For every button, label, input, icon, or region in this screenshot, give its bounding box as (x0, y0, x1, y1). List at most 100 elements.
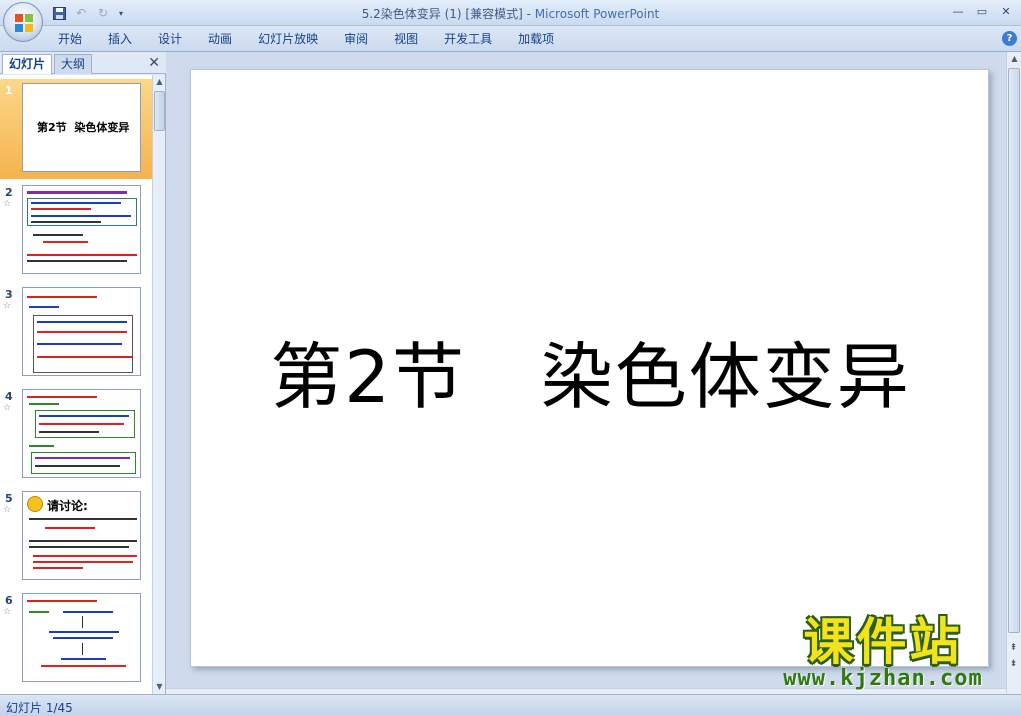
slide-preview (22, 389, 141, 478)
slide-preview: 第2节 染色体变异 (22, 83, 141, 172)
slide-preview (22, 287, 141, 376)
minimize-icon[interactable]: — (947, 2, 969, 20)
pane-tabs: 幻灯片 大纲 ✕ (0, 52, 166, 74)
animation-star-icon: ☆ (3, 505, 12, 515)
slide-counter: 幻灯片 1/45 (6, 701, 73, 715)
thumb-line (35, 465, 120, 467)
animation-star-icon: ☆ (3, 403, 12, 413)
animation-star-icon: ☆ (3, 607, 12, 617)
thumb-line (45, 527, 95, 529)
slide-number: 1 (5, 84, 13, 97)
close-icon[interactable]: ✕ (995, 2, 1017, 20)
slide-title[interactable]: 第2节 染色体变异 (191, 318, 990, 423)
tab-animations[interactable]: 动画 (195, 30, 245, 48)
slides-pane-scrollbar[interactable]: ▲ ▼ (152, 75, 165, 694)
thumb-line (31, 202, 121, 204)
scroll-down-icon[interactable]: ▼ (153, 680, 166, 694)
thumb-arrow (82, 616, 83, 628)
scrollbar-thumb[interactable] (154, 91, 165, 131)
office-button[interactable] (3, 2, 43, 42)
thumb-line (49, 631, 119, 633)
slide-thumbnail-2[interactable]: 2 ☆ (0, 181, 152, 281)
tab-review[interactable]: 审阅 (331, 30, 381, 48)
thumb-line (29, 518, 137, 520)
next-slide-icon[interactable]: ⇟ (1008, 658, 1019, 670)
thumb-line (27, 191, 127, 194)
office-logo-icon (15, 14, 33, 32)
slide-number: 6 (5, 594, 13, 607)
editor-vertical-scrollbar[interactable]: ▲ ⇞ ⇟ (1006, 52, 1021, 694)
animation-star-icon: ☆ (3, 301, 12, 311)
slide-thumbnail-6[interactable]: 6 ☆ (0, 589, 152, 689)
thumb-line (33, 567, 83, 569)
slide-preview (22, 593, 141, 682)
tab-slides[interactable]: 幻灯片 (2, 54, 53, 74)
tab-insert[interactable]: 插入 (95, 30, 145, 48)
slide-thumb-title: 第2节 染色体变异 (37, 121, 130, 134)
slide-thumb-heading: 请讨论: (47, 499, 88, 513)
slide-thumbnail-4[interactable]: 4 ☆ (0, 385, 152, 485)
thumb-line (31, 208, 91, 210)
thumb-line (29, 403, 59, 405)
tab-addins[interactable]: 加载项 (505, 30, 567, 48)
thumb-line (33, 555, 137, 557)
app-name: Microsoft PowerPoint (534, 7, 660, 21)
thumb-line (31, 221, 101, 223)
watermark-logo: 课件站 www.kjzhan.com (767, 614, 999, 694)
slide-editor: 第2节 染色体变异 ▲ ⇞ ⇟ (166, 52, 1021, 694)
slide-number: 4 (5, 390, 13, 403)
thumb-line (39, 415, 129, 417)
slide-thumbnail-3[interactable]: 3 ☆ (0, 283, 152, 383)
window-controls: — ▭ ✕ (947, 2, 1017, 20)
thumb-line (29, 306, 59, 308)
restore-icon[interactable]: ▭ (971, 2, 993, 20)
slide-preview (22, 185, 141, 274)
animation-star-icon: ☆ (3, 199, 12, 209)
thumb-line (37, 343, 122, 345)
thumb-line (27, 254, 137, 256)
thumb-line (31, 215, 131, 217)
thumb-line (27, 600, 97, 602)
thumb-line (61, 658, 106, 660)
scroll-up-icon[interactable]: ▲ (1007, 52, 1021, 66)
thumb-line (27, 260, 127, 262)
thumb-line (27, 396, 97, 398)
current-slide[interactable]: 第2节 染色体变异 (190, 69, 989, 667)
slide-number: 5 (5, 492, 13, 505)
thumb-line (39, 431, 99, 433)
thumb-line (29, 445, 54, 447)
status-bar: 幻灯片 1/45 (0, 694, 1021, 716)
slide-thumbnail-5[interactable]: 5 ☆ 请讨论: (0, 487, 152, 587)
thumb-line (35, 457, 130, 459)
slides-pane: 幻灯片 大纲 ✕ 1 第2节 染色体变异 2 ☆ 3 ☆ 4 ☆ 5 ☆ 请讨论… (0, 52, 166, 694)
thumb-line (41, 665, 126, 667)
slide-number: 2 (5, 186, 13, 199)
tab-view[interactable]: 视图 (381, 30, 431, 48)
title-bar: ↶ ↻ ▾ 5.2染色体变异 (1) [兼容模式] - Microsoft Po… (0, 0, 1021, 26)
scroll-up-icon[interactable]: ▲ (153, 75, 166, 89)
slide-thumbnail-list: 1 第2节 染色体变异 2 ☆ 3 ☆ 4 ☆ 5 ☆ 请讨论: 6 ☆ (0, 75, 152, 694)
thumb-line (53, 637, 113, 639)
smiley-icon (27, 496, 43, 512)
thumb-line (29, 611, 49, 613)
thumb-line (27, 296, 97, 298)
ribbon-tabs: 开始 插入 设计 动画 幻灯片放映 审阅 视图 开发工具 加载项 (45, 30, 567, 48)
slide-thumbnail-1[interactable]: 1 第2节 染色体变异 (0, 79, 152, 179)
thumb-line (63, 611, 113, 613)
tab-outline[interactable]: 大纲 (54, 54, 93, 74)
thumb-line (37, 356, 132, 358)
watermark-text: 课件站 (803, 613, 963, 671)
window-title: 5.2染色体变异 (1) [兼容模式] - Microsoft PowerPoi… (0, 5, 1021, 22)
previous-slide-icon[interactable]: ⇞ (1008, 642, 1019, 654)
tab-slideshow[interactable]: 幻灯片放映 (245, 30, 331, 48)
scrollbar-thumb[interactable] (1008, 68, 1020, 633)
thumb-line (39, 423, 124, 425)
thumb-arrow (82, 643, 83, 655)
help-icon[interactable]: ? (1002, 31, 1017, 46)
tab-home[interactable]: 开始 (45, 30, 95, 48)
close-pane-icon[interactable]: ✕ (148, 55, 160, 71)
tab-developer[interactable]: 开发工具 (431, 30, 505, 48)
slide-number: 3 (5, 288, 13, 301)
slide-preview: 请讨论: (22, 491, 141, 580)
tab-design[interactable]: 设计 (145, 30, 195, 48)
